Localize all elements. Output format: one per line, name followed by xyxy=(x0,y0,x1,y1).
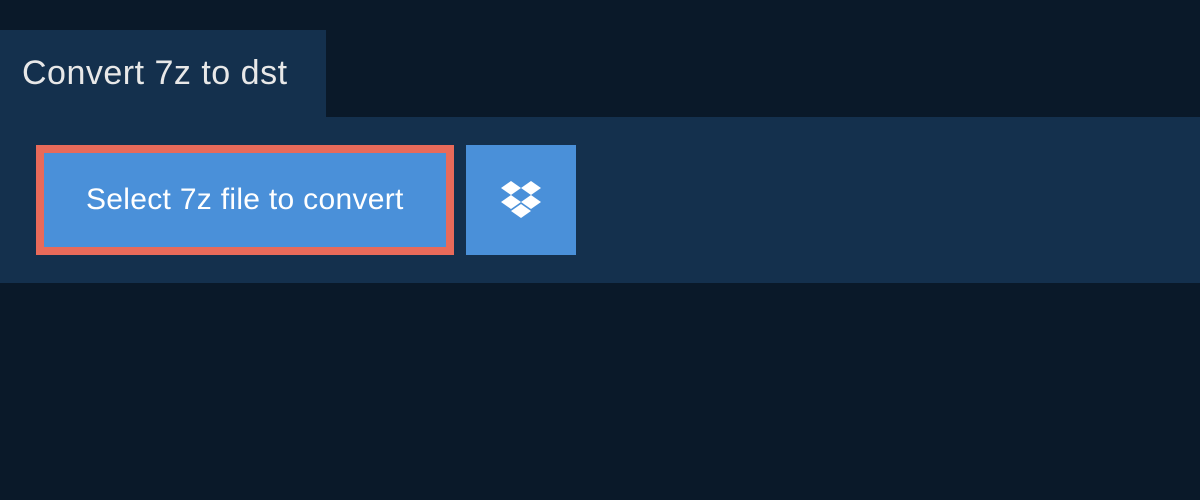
button-row: Select 7z file to convert xyxy=(36,145,1164,255)
tab-header: Convert 7z to dst xyxy=(0,30,326,117)
dropbox-icon xyxy=(501,181,541,219)
dropbox-button[interactable] xyxy=(466,145,576,255)
tab-title: Convert 7z to dst xyxy=(22,54,288,92)
main-panel: Select 7z file to convert xyxy=(0,117,1200,283)
select-file-button[interactable]: Select 7z file to convert xyxy=(36,145,454,255)
select-file-button-label: Select 7z file to convert xyxy=(86,183,404,217)
